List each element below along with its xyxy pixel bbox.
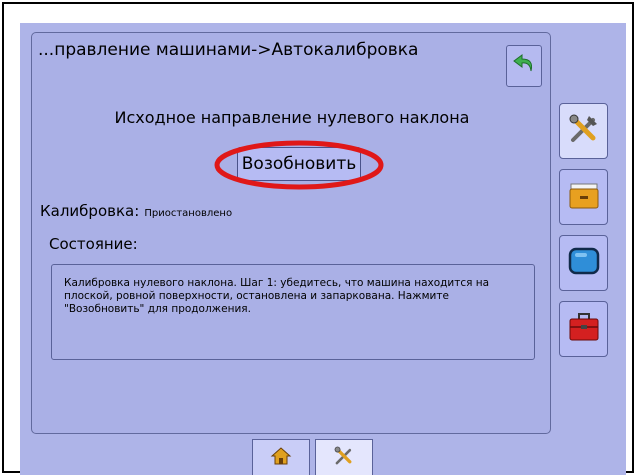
highlight-ring [214, 140, 384, 190]
main-panel: ...правление машинами->Автокалибровка Ис… [31, 32, 551, 434]
tab-home[interactable] [252, 439, 310, 475]
device-frame: ...правление машинами->Автокалибровка Ис… [2, 2, 634, 475]
page-title: ...правление машинами->Автокалибровка [38, 40, 419, 60]
tools-icon [567, 112, 601, 150]
file-drawer-icon [567, 178, 601, 216]
back-button[interactable] [506, 45, 542, 87]
back-arrow-icon [512, 52, 536, 80]
tools-icon [333, 445, 355, 471]
calibration-row: Калибровка: Приостановлено [40, 201, 232, 220]
calibration-label: Калибровка: [40, 202, 140, 220]
calibration-value: Приостановлено [144, 208, 233, 219]
resume-area: Возобновить [213, 138, 385, 192]
status-message: Калибровка нулевого наклона. Шаг 1: убед… [64, 277, 490, 315]
status-message-box: Калибровка нулевого наклона. Шаг 1: убед… [51, 264, 535, 360]
calibration-heading: Исходное направление нулевого наклона [114, 108, 470, 127]
monitor-icon [567, 244, 601, 282]
screen: ...правление машинами->Автокалибровка Ис… [20, 23, 626, 475]
side-toolbox-button[interactable] [559, 301, 608, 357]
side-tools-button[interactable] [559, 103, 608, 159]
side-files-button[interactable] [559, 169, 608, 225]
side-display-button[interactable] [559, 235, 608, 291]
tab-tools[interactable] [315, 439, 373, 475]
toolbox-icon [567, 310, 601, 348]
status-label: Состояние: [49, 235, 138, 253]
home-icon [270, 446, 292, 470]
